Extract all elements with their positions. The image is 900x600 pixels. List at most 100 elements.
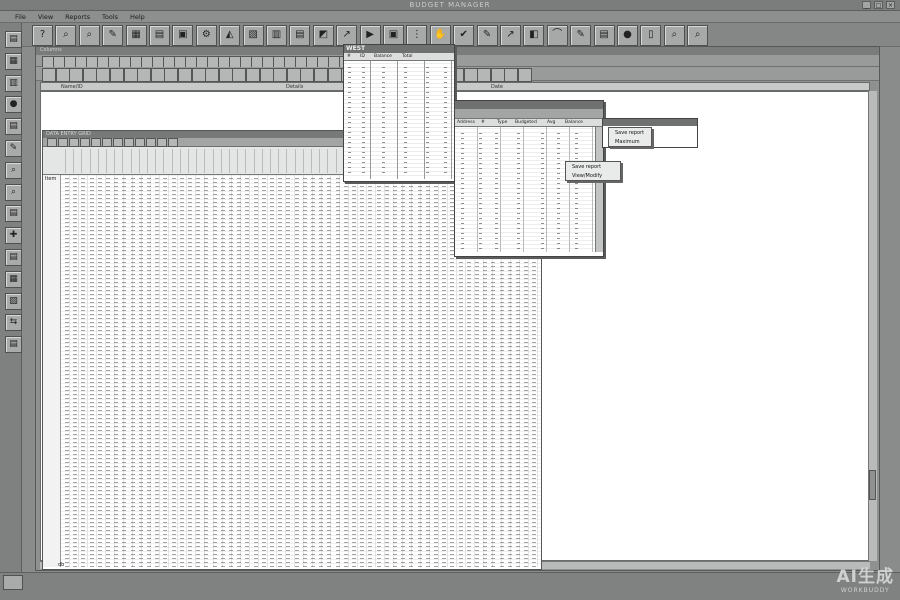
grid-column-header[interactable]: [261, 149, 266, 173]
grid-column-header[interactable]: [319, 149, 323, 173]
grid-column-header[interactable]: [97, 149, 102, 173]
toolbar-button-3[interactable]: ✎: [102, 25, 124, 46]
menu-tools[interactable]: Tools: [97, 11, 123, 21]
toolbar-button-10[interactable]: ▥: [266, 25, 287, 46]
object-button-4[interactable]: [96, 68, 111, 82]
toolbar-button-2[interactable]: ⌕: [78, 25, 100, 46]
left-toolbar-button-0[interactable]: ▤: [5, 31, 22, 48]
grid-column-header[interactable]: [73, 149, 77, 173]
grid-column-header[interactable]: [130, 149, 135, 173]
object-button-8[interactable]: [150, 68, 165, 82]
grid-column-header[interactable]: [286, 149, 290, 173]
grid-column-header[interactable]: [89, 149, 94, 173]
object-button-7[interactable]: [137, 68, 152, 82]
grid-column-header[interactable]: [311, 149, 315, 173]
object-button-35[interactable]: [518, 68, 532, 82]
toolbar-button-5[interactable]: ▤: [149, 25, 170, 46]
object-button-0[interactable]: [42, 68, 56, 82]
toolbar-button-28[interactable]: ⌕: [687, 25, 709, 46]
grid-column-header[interactable]: [327, 149, 331, 173]
object-button-19[interactable]: [300, 68, 315, 82]
left-toolbar-button-11[interactable]: ▦: [5, 270, 22, 288]
grid-tool-button-4[interactable]: [91, 138, 101, 147]
grid-column-header[interactable]: [179, 149, 184, 173]
left-toolbar-button-9[interactable]: ✚: [5, 227, 22, 245]
grid-tool-button-11[interactable]: [168, 138, 178, 147]
toolbar-button-14[interactable]: ▶: [359, 25, 381, 46]
toolbar-button-9[interactable]: ▧: [242, 25, 264, 46]
left-toolbar-button-14[interactable]: ▤: [5, 336, 22, 354]
grid-column-header[interactable]: [253, 149, 258, 173]
grid-column-header[interactable]: [270, 149, 274, 173]
object-button-17[interactable]: [273, 68, 288, 82]
left-toolbar-button-3[interactable]: ●: [5, 96, 22, 114]
grid-column-header[interactable]: [65, 149, 69, 173]
toolbar-button-11[interactable]: ▤: [289, 25, 311, 46]
left-toolbar-button-6[interactable]: ⌕: [5, 161, 22, 179]
vertical-scroll-thumb[interactable]: [869, 470, 876, 500]
maximize-button[interactable]: □: [874, 1, 883, 9]
toolbar-button-7[interactable]: ⚙: [195, 25, 217, 46]
toolbar-button-24[interactable]: ▤: [593, 25, 615, 46]
grid-tool-button-0[interactable]: [47, 138, 57, 147]
toolbar-button-6[interactable]: ▣: [172, 25, 194, 46]
object-button-1[interactable]: [55, 68, 70, 82]
object-button-20[interactable]: [314, 68, 328, 82]
toolbar-button-22[interactable]: ⌒: [546, 25, 568, 46]
object-button-10[interactable]: [178, 68, 192, 82]
grid-column-header[interactable]: [122, 149, 126, 173]
grid-tool-button-6[interactable]: [113, 138, 123, 147]
column-header-date[interactable]: Date: [491, 84, 503, 90]
toolbar-button-15[interactable]: ▣: [383, 25, 404, 46]
grid-tool-button-7[interactable]: [124, 138, 134, 147]
object-button-5[interactable]: [110, 68, 124, 82]
grid-column-header[interactable]: [114, 149, 118, 173]
grid-tool-button-8[interactable]: [135, 138, 145, 147]
object-button-18[interactable]: [286, 68, 301, 82]
detail-window-body[interactable]: [455, 127, 595, 252]
toolbar-button-1[interactable]: ⌕: [55, 25, 77, 46]
grid-column-header[interactable]: [229, 149, 233, 173]
toolbar-button-13[interactable]: ↗: [336, 25, 358, 46]
toolbar-button-12[interactable]: ◩: [312, 25, 334, 46]
grid-tool-button-1[interactable]: [58, 138, 68, 147]
status-panel-button[interactable]: [3, 575, 23, 590]
left-toolbar-button-2[interactable]: ▥: [5, 74, 22, 92]
grid-column-header[interactable]: [81, 149, 85, 173]
left-toolbar-button-7[interactable]: ⌕: [5, 183, 22, 201]
grid-column-header[interactable]: [204, 149, 208, 173]
toolbar-button-26[interactable]: ▯: [640, 25, 662, 46]
grid-tool-button-2[interactable]: [69, 138, 79, 147]
grid-column-header[interactable]: [171, 149, 176, 173]
object-button-15[interactable]: [246, 68, 260, 82]
left-toolbar-button-1[interactable]: ▦: [5, 52, 22, 70]
close-button[interactable]: ×: [886, 1, 895, 9]
toolbar-button-18[interactable]: ✔: [453, 25, 475, 46]
menu-reports[interactable]: Reports: [60, 11, 95, 21]
grid-column-header[interactable]: [138, 149, 143, 173]
left-toolbar-button-12[interactable]: ▧: [5, 292, 22, 310]
object-button-16[interactable]: [259, 68, 274, 82]
object-button-32[interactable]: [477, 68, 492, 82]
menu-file[interactable]: File: [10, 11, 31, 21]
menu-item-maximum[interactable]: Maximum: [609, 138, 651, 147]
column-header-name[interactable]: Name/ID: [61, 84, 83, 90]
object-button-21[interactable]: [327, 68, 342, 82]
grid-tool-button-10[interactable]: [157, 138, 167, 147]
grid-column-header[interactable]: [278, 149, 282, 173]
west-window-body[interactable]: [344, 61, 454, 179]
toolbar-button-20[interactable]: ↗: [500, 25, 521, 46]
grid-column-header[interactable]: [294, 149, 299, 173]
object-button-34[interactable]: [504, 68, 519, 82]
object-button-33[interactable]: [490, 68, 505, 82]
object-button-11[interactable]: [191, 68, 206, 82]
grid-column-header[interactable]: [245, 149, 249, 173]
toolbar-button-23[interactable]: ✎: [570, 25, 592, 46]
grid-column-header[interactable]: [237, 149, 241, 173]
grid-column-header[interactable]: [220, 149, 225, 173]
grid-tool-button-3[interactable]: [80, 138, 90, 147]
grid-column-header[interactable]: [302, 149, 307, 173]
object-button-9[interactable]: [164, 68, 179, 82]
grid-column-header[interactable]: [155, 149, 159, 173]
toolbar-button-4[interactable]: ▦: [125, 25, 147, 46]
